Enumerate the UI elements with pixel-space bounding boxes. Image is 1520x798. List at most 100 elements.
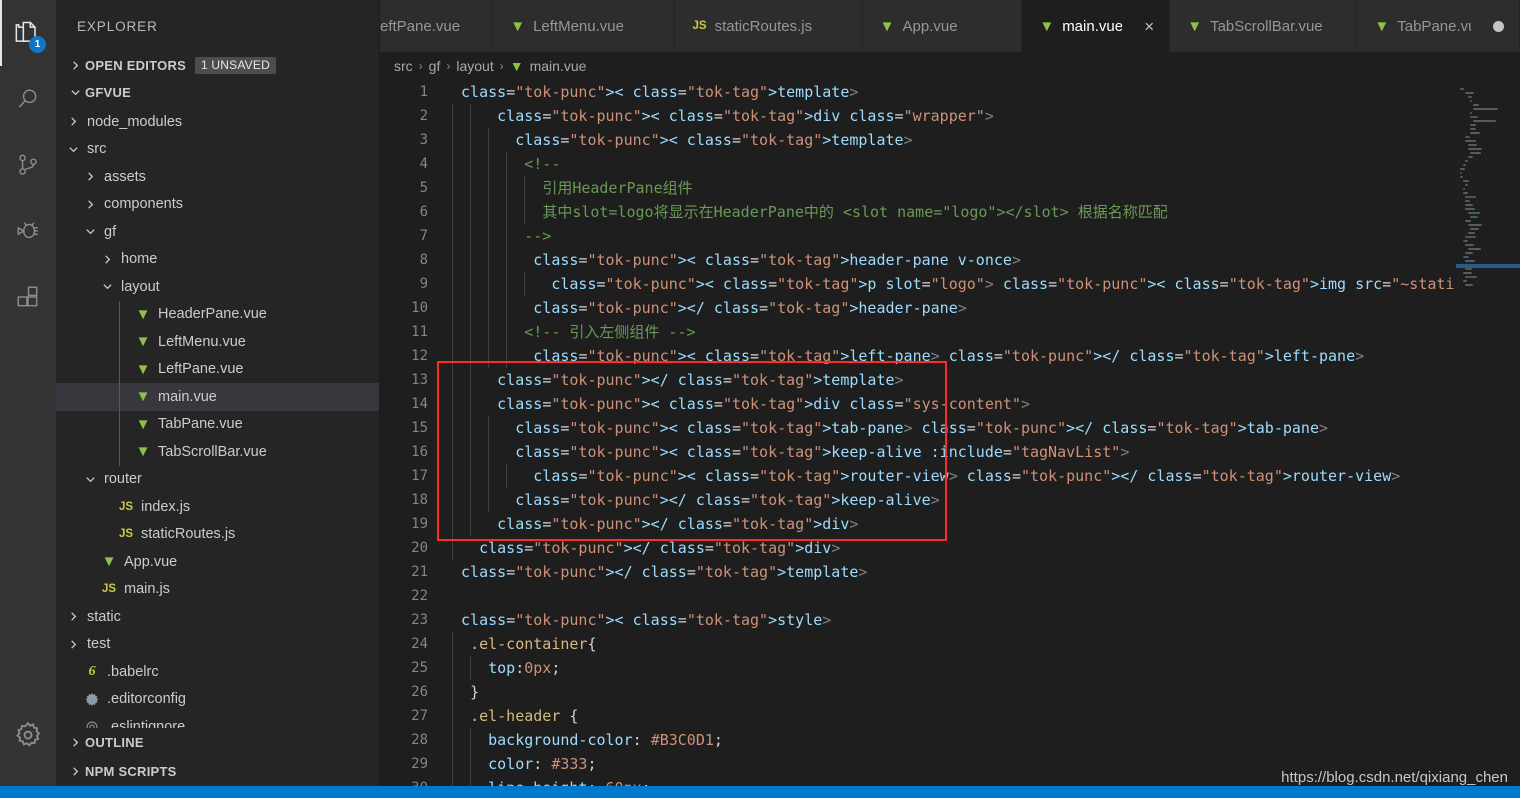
indent-guide [506,344,508,368]
tree-item-main-vue[interactable]: ▼ main.vue [56,383,379,411]
minimap-segment [1473,108,1498,110]
tree-item-test[interactable]: test [56,631,379,659]
minimap-line [1456,240,1520,243]
editor-tab-tabpane-vue[interactable]: ▼ TabPane.vue [1357,0,1520,52]
line-number: 22 [411,588,428,604]
indent-guide [488,128,490,152]
code-line-text: class="tok-punc">< class="tok-tag">tab-p… [506,419,1329,437]
tree-item-editorconfig[interactable]: .editorconfig [56,686,379,714]
indent-guide [488,320,490,344]
tree-item-leftpane-vue[interactable]: ▼ LeftPane.vue [56,355,379,383]
editor-tab-eftpane-vue[interactable]: eftPane.vue [380,0,494,52]
tree-item-app-vue[interactable]: ▼ App.vue [56,548,379,576]
minimap-line [1456,280,1520,283]
minimap-line [1456,272,1520,275]
tree-item-tabscrollbar-vue[interactable]: ▼ TabScrollBar.vue [56,438,379,466]
minimap-line [1456,236,1520,239]
tree-item-tabpane-vue[interactable]: ▼ TabPane.vue [56,410,379,438]
tab-label: TabScrollBar.vue [1210,17,1323,35]
breadcrumb-part[interactable]: src [394,58,413,74]
code-line: 23 class="tok-punc">< class="tok-tag">st… [380,608,1456,632]
minimap-line [1456,232,1520,235]
unsaved-dot-icon[interactable] [1493,20,1505,32]
activity-item-extensions[interactable] [0,264,56,330]
code-line-text: class="tok-punc"></ class="tok-tag">keep… [506,491,940,509]
indent-guide [488,488,490,512]
chevron-down-icon [65,144,82,155]
line-number: 16 [411,444,428,460]
indent-guide [452,416,453,440]
code-scroll-area[interactable]: 1 class="tok-punc">< class="tok-tag">tem… [380,80,1456,786]
editor-tab-leftmenu-vue[interactable]: ▼ LeftMenu.vue [493,0,676,52]
line-number: 27 [411,708,428,724]
editor-content: 1 class="tok-punc">< class="tok-tag">tem… [380,80,1520,786]
minimap-line [1456,120,1520,123]
tree-item-static[interactable]: static [56,603,379,631]
indent-guide [470,296,472,320]
indent-guide [524,200,526,224]
section-outline[interactable]: OUTLINE [56,728,379,757]
minimap-segment [1467,224,1482,226]
tree-item-babelrc[interactable]: 6 .babelrc [56,658,379,686]
breadcrumb-part[interactable]: layout [456,58,493,74]
activity-item-explorer[interactable]: 1 [0,0,56,66]
minimap-segment [1465,284,1474,286]
minimap-segment [1465,236,1477,238]
tree-item-headerpane-vue[interactable]: ▼ HeaderPane.vue [56,300,379,328]
tree-item-router[interactable]: router [56,466,379,494]
section-npm-scripts[interactable]: NPM SCRIPTS [56,757,379,786]
activity-item-debug[interactable] [0,198,56,264]
section-project-root[interactable]: GFVUE [56,79,379,106]
activity-item-settings[interactable] [0,702,56,768]
minimap-segment [1465,184,1469,186]
editor-tab-staticroutes-js[interactable]: JS staticRoutes.js [675,0,863,52]
tree-item-layout[interactable]: layout [56,273,379,301]
tree-item-label: assets [104,168,146,185]
tree-item-index-js[interactable]: JS index.js [56,493,379,521]
editor-tab-app-vue[interactable]: ▼ App.vue [862,0,1023,52]
indent-guide [470,344,472,368]
minimap-segment [1465,260,1476,262]
tree-item-node-modules[interactable]: node_modules [56,108,379,136]
editor-tab-main-vue[interactable]: ▼ main.vue × [1022,0,1171,52]
minimap-line [1456,144,1520,147]
tree-item-staticroutes-js[interactable]: JS staticRoutes.js [56,521,379,549]
indent-guide [452,536,453,560]
breadcrumb-part[interactable]: gf [429,58,441,74]
tree-item-assets[interactable]: assets [56,163,379,191]
indent-guide [119,410,120,438]
minimap-segment [1462,256,1469,258]
indent-guide [470,224,472,248]
minimap[interactable] [1456,80,1520,786]
tree-item-eslintignore[interactable]: .eslintignore [56,713,379,728]
vscode-window: 1 EXPLORER OPEN EDITORS 1 UNSAVED GFVUE … [0,0,1520,798]
tree-item-leftmenu-vue[interactable]: ▼ LeftMenu.vue [56,328,379,356]
minimap-segment [1460,88,1464,90]
minimap-segment [1465,244,1475,246]
indent-guide [506,272,508,296]
activity-item-source-control[interactable] [0,132,56,198]
tree-item-src[interactable]: src [56,136,379,164]
close-icon[interactable]: × [1144,18,1154,35]
minimap-line [1456,176,1520,179]
line-number: 10 [411,300,428,316]
code-text[interactable]: 1 class="tok-punc">< class="tok-tag">tem… [380,80,1456,786]
indent-guide [119,438,120,466]
tree-item-main-js[interactable]: JS main.js [56,576,379,604]
activity-item-search[interactable] [0,66,56,132]
minimap-segment [1470,116,1479,118]
tree-item-label: main.vue [158,388,217,405]
js-file-icon: JS [101,583,117,596]
code-line-text: --> [524,227,552,245]
indent-guide [452,224,453,248]
section-open-editors[interactable]: OPEN EDITORS 1 UNSAVED [56,52,379,79]
tree-item-gf[interactable]: gf [56,218,379,246]
tree-item-components[interactable]: components [56,191,379,219]
code-line: 1 class="tok-punc">< class="tok-tag">tem… [380,80,1456,104]
breadcrumb-file[interactable]: main.vue [530,58,587,74]
tree-item-home[interactable]: home [56,246,379,274]
editor-tab-tabscrollbar-vue[interactable]: ▼ TabScrollBar.vue [1170,0,1358,52]
minimap-segment [1470,124,1477,126]
code-line: 20 class="tok-punc"></ class="tok-tag">d… [380,536,1456,560]
line-number: 5 [419,180,428,196]
